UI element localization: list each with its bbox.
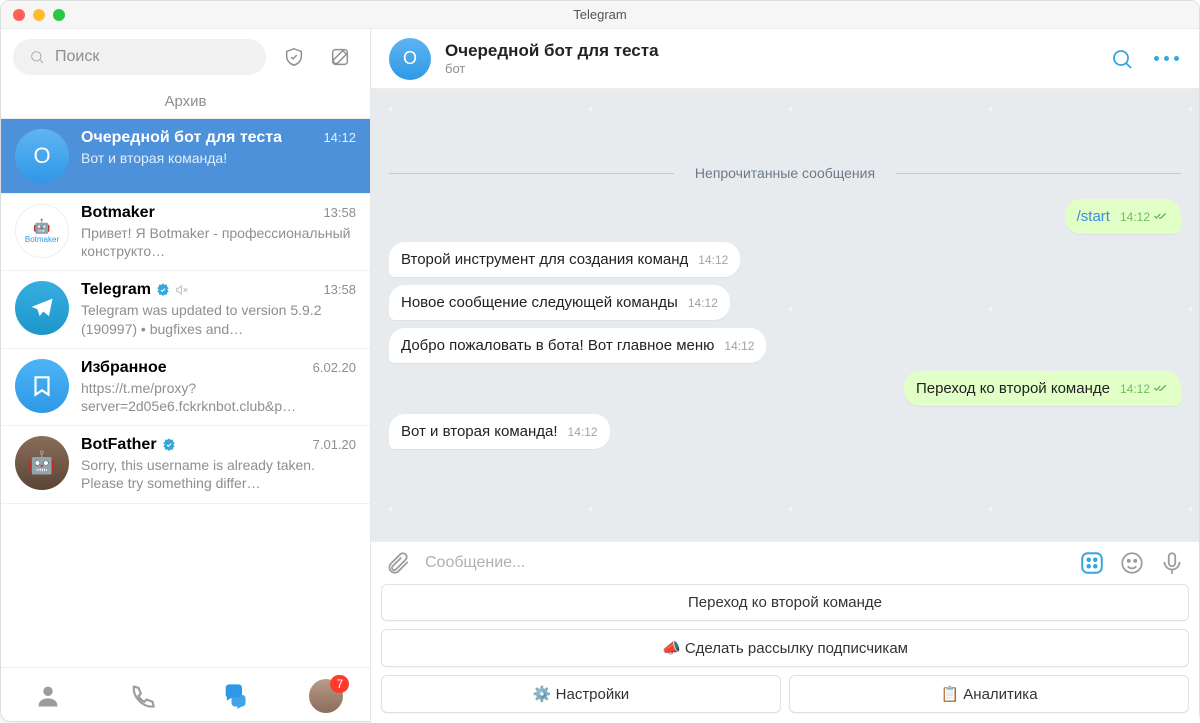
chat-item[interactable]: Telegram 13:58 Telegram was updated to v… [1,271,370,348]
tab-chats[interactable] [215,676,255,716]
read-ticks-icon [1153,210,1169,224]
chat-list: О Очередной бот для теста 14:12 Вот и вто… [1,119,370,667]
composer: Сообщение... Переход ко второй команде 📣… [371,541,1199,723]
chat-name: Избранное [81,359,167,377]
verified-icon [155,282,171,298]
message-text: Вот и вторая команда! [401,423,558,440]
message-bubble[interactable]: /start 14:12 [1065,199,1181,234]
message-time: 14:12 [1120,382,1169,396]
message-time: 14:12 [1120,210,1169,224]
chat-preview: Sorry, this username is already taken. P… [81,456,356,492]
bot-keyboard-button[interactable]: 📣 Сделать рассылку подписчикам [381,629,1189,667]
header-title: Очередной бот для теста [445,41,659,61]
header-more-button[interactable] [1151,44,1181,74]
search-placeholder: Поиск [55,48,99,66]
message-text: /start [1077,208,1110,225]
mute-icon [175,283,189,297]
archive-header[interactable]: Архив [1,85,370,119]
tab-contacts[interactable] [28,676,68,716]
chat-list-sidebar: Поиск Архив О Очередной бот для теста 14:… [1,29,371,723]
message-area[interactable]: Непрочитанные сообщения /start 14:12 Вто… [371,89,1199,541]
message-bubble[interactable]: Вот и вторая команда! 14:12 [389,414,610,449]
message-text: Переход ко второй команде [916,380,1110,397]
chat-item[interactable]: Избранное 6.02.20 https://t.me/proxy?serv… [1,349,370,426]
header-subtitle: бот [445,61,659,76]
chat-preview: Привет! Я Botmaker - профессиональный ко… [81,224,356,260]
chat-icon [221,682,249,710]
message-time: 14:12 [688,296,718,310]
chat-avatar [15,281,69,335]
chat-avatar [15,359,69,413]
chat-name: Telegram [81,281,189,299]
compose-icon [329,46,351,68]
attach-icon[interactable] [385,550,411,576]
unread-separator: Непрочитанные сообщения [389,161,1181,185]
chat-time: 13:58 [323,282,356,297]
chat-avatar: О [15,129,69,183]
phone-icon [128,682,156,710]
chat-time: 13:58 [323,205,356,220]
contact-icon [34,682,62,710]
message-input[interactable]: Сообщение... [425,554,1065,572]
chat-name: BotFather [81,436,177,454]
shield-icon [283,46,305,68]
message-text: Новое сообщение следующей команды [401,294,678,311]
message-time: 14:12 [724,339,754,353]
bot-keyboard-button[interactable]: 📋 Аналитика [789,675,1189,713]
chat-time: 7.01.20 [313,437,356,452]
proxy-shield-button[interactable] [276,39,312,75]
header-avatar: О [389,38,431,80]
bot-keyboard-button[interactable]: ⚙️ Настройки [381,675,781,713]
chat-item[interactable]: 🤖 BotFather 7.01.20 Sorry, this username… [1,426,370,503]
bot-keyboard-icon[interactable] [1079,550,1105,576]
message-bubble[interactable]: Переход ко второй команде 14:12 [904,371,1181,406]
bot-keyboard: Переход ко второй команде 📣 Сделать расс… [371,584,1199,723]
message-text: Добро пожаловать в бота! Вот главное мен… [401,337,714,354]
sidebar-tabbar: 7 [1,667,370,723]
search-input[interactable]: Поиск [13,39,266,75]
verified-icon [161,437,177,453]
more-icon [1154,56,1179,61]
read-ticks-icon [1153,382,1169,396]
window-titlebar: Telegram [1,1,1199,29]
search-icon [29,49,45,65]
search-icon [1110,47,1134,71]
bot-keyboard-button[interactable]: Переход ко второй команде [381,584,1189,621]
chat-preview: https://t.me/proxy?server=2d05e6.fckrknb… [81,379,356,415]
chat-item[interactable]: 🤖Botmaker Botmaker 13:58 Привет! Я Botmak… [1,194,370,271]
chat-time: 14:12 [323,130,356,145]
tab-settings[interactable]: 7 [309,679,343,713]
message-bubble[interactable]: Добро пожаловать в бота! Вот главное мен… [389,328,766,363]
message-bubble[interactable]: Второй инструмент для создания команд 14… [389,242,740,277]
window-title: Telegram [1,7,1199,22]
chat-preview: Вот и вторая команда! [81,149,356,167]
badge-count: 7 [330,675,349,693]
tab-calls[interactable] [122,676,162,716]
chat-time: 6.02.20 [313,360,356,375]
chat-preview: Telegram was updated to version 5.9.2 (1… [81,301,356,337]
header-search-button[interactable] [1107,44,1137,74]
message-bubble[interactable]: Новое сообщение следующей команды 14:12 [389,285,730,320]
chat-avatar: 🤖Botmaker [15,204,69,258]
message-text: Второй инструмент для создания команд [401,251,688,268]
message-time: 14:12 [698,253,728,267]
bookmark-icon [29,373,55,399]
telegram-icon [28,294,56,322]
mic-icon[interactable] [1159,550,1185,576]
message-time: 14:12 [568,425,598,439]
chat-header[interactable]: О Очередной бот для теста бот [371,29,1199,89]
compose-button[interactable] [322,39,358,75]
chat-name: Botmaker [81,204,155,222]
chat-item[interactable]: О Очередной бот для теста 14:12 Вот и вто… [1,119,370,194]
chat-avatar: 🤖 [15,436,69,490]
emoji-icon[interactable] [1119,550,1145,576]
chat-panel: О Очередной бот для теста бот Непрочитан… [371,29,1199,723]
chat-name: Очередной бот для теста [81,129,282,147]
